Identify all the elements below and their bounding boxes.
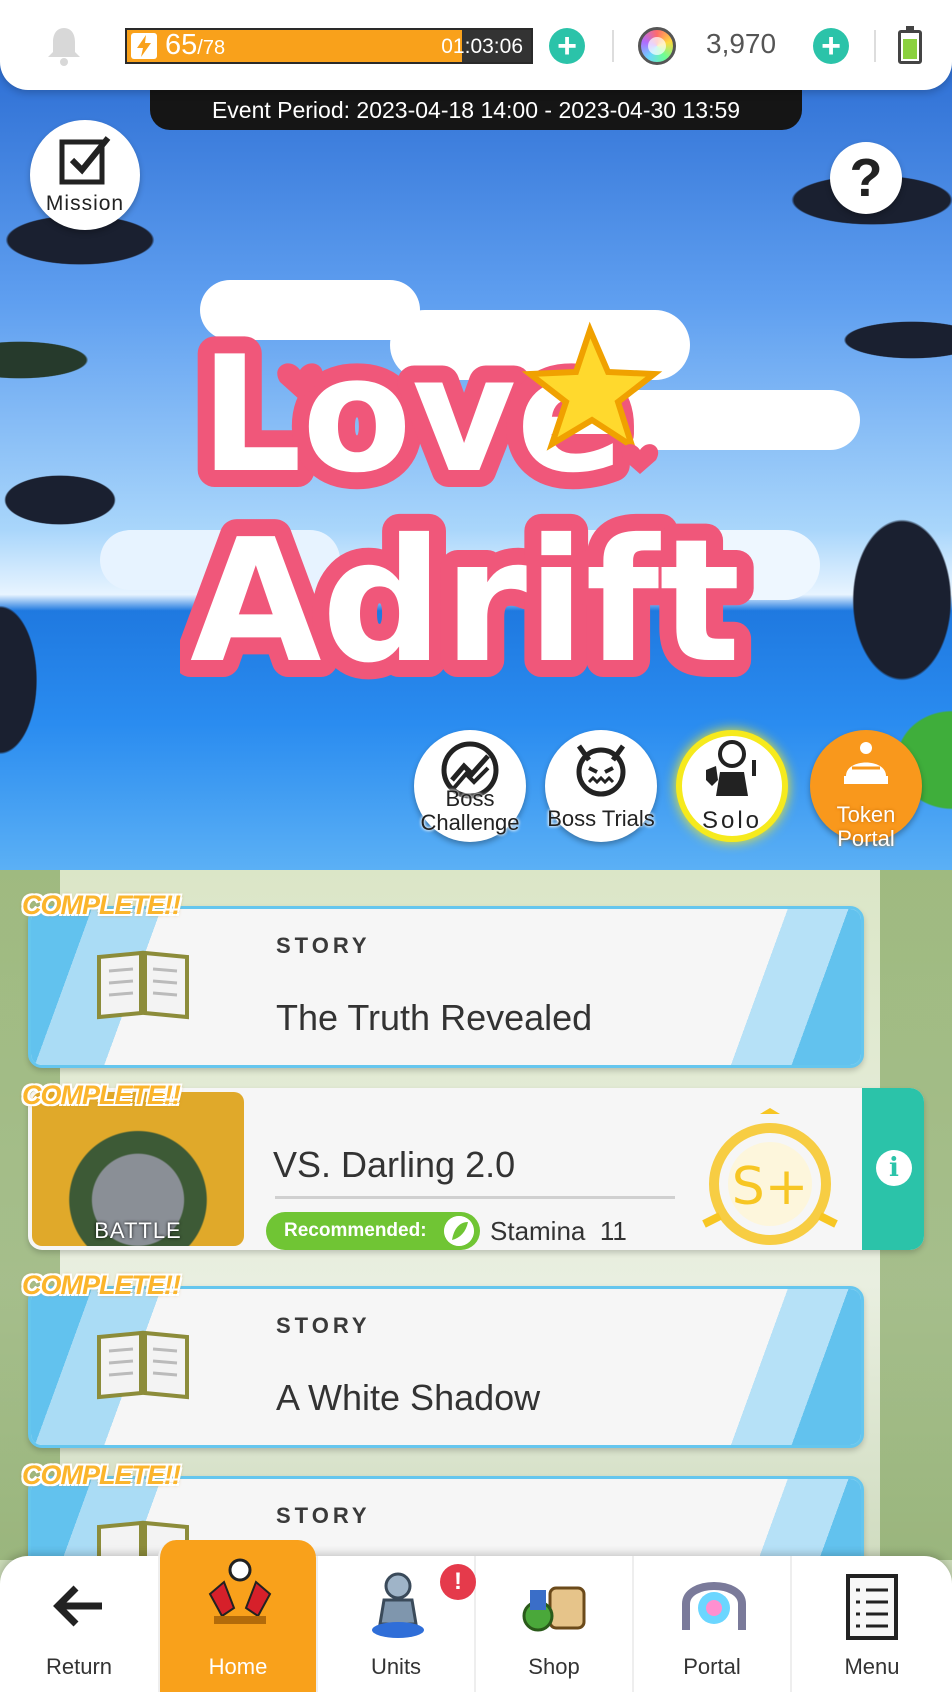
solo-label: Solo	[701, 807, 763, 834]
unit-icon	[372, 1572, 424, 1638]
stamina-timer: 01:03:06	[441, 35, 523, 58]
recommended-badge: Recommended:	[266, 1212, 480, 1250]
token-portal-button[interactable]: Token Portal	[810, 730, 922, 850]
complete-tag: COMPLETE!!	[22, 890, 181, 920]
nav-label: Portal	[683, 1654, 741, 1679]
recommended-label: Recommended:	[284, 1220, 427, 1241]
event-banner: Event Period: 2023-04-18 14:00 - 2023-04…	[0, 60, 952, 870]
leaf-icon	[444, 1216, 474, 1246]
stamina-bar: 65/78 01:03:06	[125, 28, 533, 64]
card-title: VS. Darling 2.0	[273, 1144, 516, 1185]
token-portal-label-2: Portal	[837, 826, 895, 851]
arrow-left-icon	[53, 1585, 102, 1627]
complete-tag: COMPLETE!!	[22, 1270, 181, 1300]
card-kind: STORY	[276, 1313, 371, 1338]
shop-icon	[522, 1586, 586, 1632]
stamina-max: /78	[197, 37, 226, 59]
card-title: The Truth Revealed	[276, 997, 593, 1038]
bottom-navigation: Return Home Units Shop Portal Menu !	[0, 1540, 952, 1692]
mission-button[interactable]: Mission	[30, 120, 140, 230]
info-button[interactable]: i	[862, 1088, 924, 1250]
help-button[interactable]: ?	[830, 142, 902, 214]
boss-challenge-label-1: Boss	[445, 786, 495, 811]
battery-icon	[898, 26, 922, 64]
top-status-bar: 65/78 01:03:06 + 3,970 +	[0, 0, 952, 90]
bell-icon[interactable]	[44, 24, 84, 66]
boss-challenge-label-2: Challenge	[420, 810, 520, 835]
rank-text: S+	[732, 1157, 809, 1217]
home-icon	[208, 1558, 272, 1624]
complete-tag: COMPLETE!!	[22, 1460, 181, 1490]
portal-icon	[682, 1582, 746, 1630]
mission-label: Mission	[45, 192, 125, 215]
open-book-icon	[97, 1330, 189, 1400]
stamina-current: 65	[165, 29, 198, 61]
card-accent-right	[701, 1479, 861, 1560]
token-portal-label-1: Token	[836, 802, 896, 827]
stamina-cost-label: Stamina	[490, 1216, 586, 1246]
nav-label: Menu	[844, 1654, 900, 1679]
nav-label: Shop	[528, 1654, 580, 1679]
add-stamina-button[interactable]: +	[549, 28, 585, 64]
battle-thumbnail: BATTLE	[32, 1092, 244, 1246]
open-book-icon	[97, 950, 189, 1020]
boss-challenge-button[interactable]: Boss Challenge	[414, 730, 526, 842]
heart-icon	[621, 444, 659, 474]
card-accent-right	[701, 1289, 861, 1445]
divider	[275, 1196, 675, 1199]
event-logo: Love Love Adrift Adrift	[180, 310, 758, 710]
card-kind: STORY	[276, 1503, 371, 1528]
card-kind: STORY	[276, 933, 371, 958]
nav-shop[interactable]: Shop	[474, 1556, 632, 1692]
nav-label: Units	[370, 1654, 422, 1679]
units-alert-badge: !	[440, 1564, 476, 1600]
card-accent-right	[701, 909, 861, 1065]
event-period: Event Period: 2023-04-18 14:00 - 2023-04…	[150, 90, 802, 130]
stamina-value: 65/78	[165, 29, 226, 62]
quest-card-battle[interactable]: BATTLE VS. Darling 2.0 Recommended: Stam…	[28, 1088, 924, 1250]
battle-thumb-label: BATTLE	[94, 1218, 182, 1243]
menu-list-icon	[846, 1574, 898, 1640]
boss-trials-label: Boss Trials	[547, 806, 655, 831]
card-title: A White Shadow	[276, 1377, 541, 1418]
quest-list: COMPLETE!! STORY The Truth Revealed COMP…	[0, 870, 952, 1560]
boss-trials-button[interactable]: Boss Trials	[545, 730, 657, 842]
nav-label: Return	[45, 1654, 113, 1679]
checkbox-icon	[59, 136, 111, 185]
solo-button[interactable]: Solo	[676, 730, 788, 842]
monster-face-icon	[576, 744, 626, 797]
quest-card-story[interactable]: STORY The Truth Revealed	[28, 906, 864, 1068]
rank-medal-icon: S+	[702, 1108, 838, 1245]
gem-count: 3,970	[706, 28, 777, 59]
nav-return[interactable]: Return	[0, 1556, 158, 1692]
add-gems-button[interactable]: +	[813, 28, 849, 64]
battery-level	[903, 39, 917, 59]
info-icon: i	[876, 1150, 912, 1186]
nav-label: Home	[208, 1654, 268, 1679]
token-bag-icon	[844, 742, 888, 784]
solo-knight-icon	[706, 740, 756, 796]
nav-home[interactable]: Home	[158, 1540, 316, 1692]
lightning-bolt-icon	[131, 33, 157, 59]
nav-portal[interactable]: Portal	[632, 1556, 790, 1692]
logo-line2: Adrift	[190, 503, 741, 701]
stamina-cost: Stamina 11	[490, 1216, 627, 1247]
gem-icon	[638, 27, 676, 65]
divider	[874, 30, 876, 62]
divider	[612, 30, 614, 62]
stamina-cost-value: 11	[599, 1216, 627, 1246]
nav-menu[interactable]: Menu	[790, 1556, 952, 1692]
quest-card-story[interactable]: STORY A White Shadow	[28, 1286, 864, 1448]
complete-tag: COMPLETE!!	[22, 1080, 181, 1110]
